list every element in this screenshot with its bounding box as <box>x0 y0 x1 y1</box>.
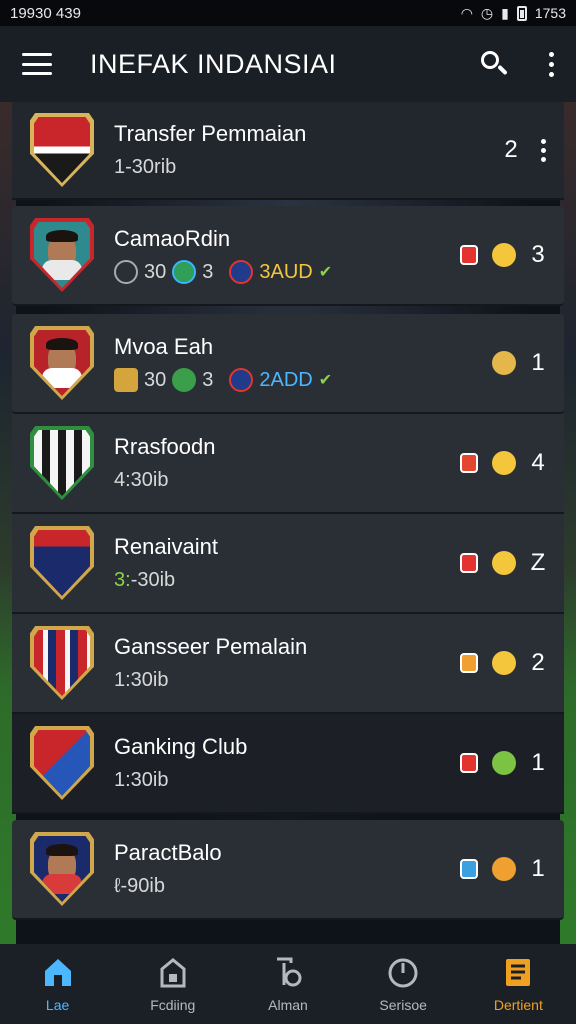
search-icon[interactable] <box>479 49 509 79</box>
item-price-accent: 3: <box>114 568 131 591</box>
ball-icon <box>172 368 197 393</box>
club-badge-icon <box>229 260 254 285</box>
item-name: Rrasfoodn <box>114 434 216 460</box>
leaf-icon <box>492 751 516 775</box>
blue-tag-icon <box>460 859 478 879</box>
trophy-icon <box>114 368 138 393</box>
list-item[interactable]: ParactBalo ℓ-90ib 1 <box>12 820 564 920</box>
item-count: 1 <box>531 749 545 776</box>
row-options-icon[interactable] <box>541 138 546 162</box>
red-tag-icon <box>460 245 478 265</box>
club-crest-icon <box>30 426 94 500</box>
menu-icon[interactable] <box>22 53 52 75</box>
status-icons: ◠ ◷ ▮ 1753 <box>461 5 566 22</box>
medal-icon <box>492 651 516 675</box>
status-bar: 19930 439 ◠ ◷ ▮ 1753 <box>0 0 576 26</box>
medal-icon <box>492 451 516 475</box>
item-count: 2 <box>504 136 518 163</box>
nav-label: Serisoe <box>379 997 427 1013</box>
clock-icon <box>388 958 418 988</box>
item-price: 1:30ib <box>114 768 169 791</box>
stat-a: 30 <box>144 260 167 283</box>
document-icon <box>506 959 531 986</box>
item-price: 4:30ib <box>114 468 169 491</box>
red-tag-icon <box>460 453 478 473</box>
club-crest-icon <box>30 626 94 700</box>
nav-item-lamp[interactable]: Alman <box>233 955 343 1013</box>
battery-icon <box>516 5 527 21</box>
orange-tag-icon <box>460 653 478 673</box>
club-crest-icon <box>30 113 94 187</box>
item-count: 1 <box>531 855 545 882</box>
item-count: 4 <box>531 449 545 476</box>
list-item[interactable]: Ganking Club 1:30ib 1 <box>12 714 564 814</box>
shop-icon <box>160 958 186 988</box>
item-name: Mvoa Eah <box>114 333 214 359</box>
list-item[interactable]: Gansseer Pemalain 1:30ib 2 <box>12 614 564 714</box>
boot-icon <box>114 260 138 285</box>
red-tag-icon <box>460 753 478 773</box>
club-badge-icon <box>229 368 254 393</box>
nav-label: Alman <box>268 997 308 1013</box>
medal-icon <box>492 351 516 375</box>
transfer-list: Transfer Pemmaian 1-30rib 2 CamaoRdin 30… <box>12 102 564 920</box>
list-item[interactable]: Transfer Pemmaian 1-30rib 2 <box>12 102 564 200</box>
red-tag-icon <box>460 553 478 573</box>
nav-label: Fcdiing <box>150 997 196 1013</box>
check-icon: ✔ <box>318 264 333 282</box>
item-name: CamaoRdin <box>114 225 231 251</box>
item-count: 1 <box>531 349 545 376</box>
nav-item-home[interactable]: Lae <box>3 955 113 1013</box>
medal-icon <box>492 857 516 881</box>
alarm-icon: ◷ <box>480 4 494 21</box>
item-price: -30ib <box>130 568 176 591</box>
item-count: 2 <box>531 649 545 676</box>
nav-item-document[interactable]: Dertient <box>463 955 573 1013</box>
app-bar: INEFAK INDANSIAI <box>0 26 576 102</box>
item-name: ParactBalo <box>114 840 222 866</box>
nav-item-shop[interactable]: Fcdiing <box>118 955 228 1013</box>
item-price: 1-30rib <box>114 155 177 178</box>
more-options-icon[interactable] <box>549 51 554 77</box>
status-clock: 1753 <box>534 5 566 21</box>
signal-icon: ▮ <box>501 4 509 21</box>
item-name: Gansseer Pemalain <box>114 634 308 660</box>
club-crest-icon <box>30 726 94 800</box>
page-title: INEFAK INDANSIAI <box>90 48 337 79</box>
nav-label: Lae <box>45 997 70 1013</box>
player-avatar <box>30 326 94 400</box>
list-item[interactable]: Renaivaint 3: -30ib Z <box>12 514 564 614</box>
stat-extra: 2ADD <box>259 368 313 391</box>
item-price: 1:30ib <box>114 668 169 691</box>
list-item[interactable]: Mvoa Eah 30 3 2ADD ✔ 1 <box>12 314 564 414</box>
check-icon: ✔ <box>318 372 333 390</box>
medal-icon <box>492 551 516 575</box>
home-icon <box>44 959 71 986</box>
bottom-nav: Lae Fcdiing Alman Serisoe Dertient <box>0 944 576 1024</box>
wifi-icon: ◠ <box>460 4 473 21</box>
club-crest-icon <box>30 526 94 600</box>
item-name: Transfer Pemmaian <box>114 121 307 147</box>
item-name: Ganking Club <box>114 734 248 760</box>
stat-extra: 3AUD <box>259 260 313 283</box>
item-count: 3 <box>531 241 545 268</box>
item-name: Renaivaint <box>114 534 218 560</box>
ball-icon <box>172 260 197 285</box>
stat-b: 3 <box>202 260 214 283</box>
list-item[interactable]: CamaoRdin 30 3 3AUD ✔ 3 <box>12 206 564 306</box>
nav-label: Dertient <box>493 997 543 1013</box>
player-avatar <box>30 832 94 906</box>
item-price: ℓ-90ib <box>114 874 165 897</box>
lamp-icon <box>276 957 302 987</box>
stat-a: 30 <box>144 368 167 391</box>
stat-b: 3 <box>202 368 214 391</box>
player-avatar <box>30 218 94 292</box>
medal-icon <box>492 243 516 267</box>
list-item[interactable]: Rrasfoodn 4:30ib 4 <box>12 414 564 514</box>
nav-item-clock[interactable]: Serisoe <box>348 955 458 1013</box>
status-time-left: 19930 439 <box>10 4 81 22</box>
item-count: Z <box>530 549 546 576</box>
